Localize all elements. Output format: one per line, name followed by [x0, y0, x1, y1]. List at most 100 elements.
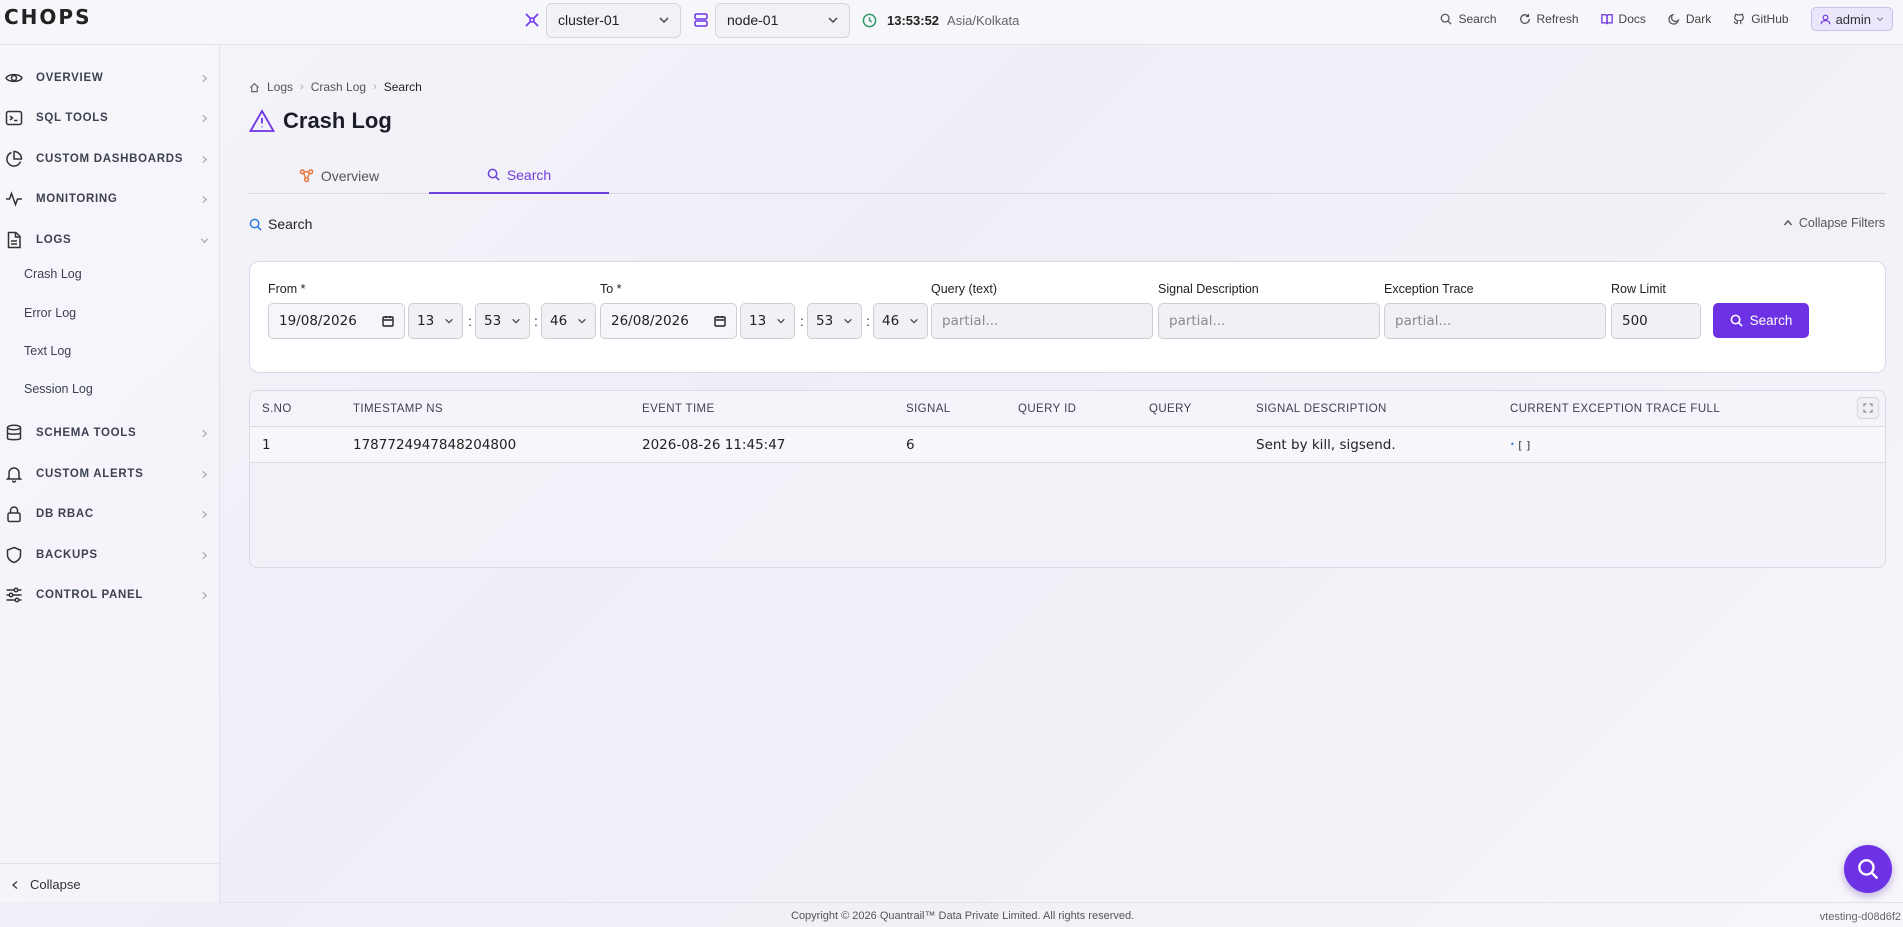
sidebar-subitem-session-log[interactable]: Session Log [24, 382, 93, 396]
clock-icon [862, 13, 877, 28]
cell-trace[interactable]: • [ ] [1510, 439, 1530, 452]
sidebar-subitem-text-log[interactable]: Text Log [24, 344, 71, 358]
to-date-input[interactable]: 26/08/2026 [600, 303, 737, 339]
fullscreen-button[interactable] [1857, 397, 1879, 419]
to-second-select[interactable]: 46 [873, 303, 928, 339]
column-header[interactable]: TIMESTAMP NS [353, 403, 443, 415]
tab-bar: Overview Search [249, 157, 1886, 194]
search-icon [487, 168, 500, 181]
chevron-down-icon [200, 237, 209, 243]
shield-icon [6, 546, 22, 564]
query-text-input[interactable]: partial... [931, 303, 1153, 339]
collapse-filters-button[interactable]: Collapse Filters [1783, 216, 1885, 230]
sidebar-item-sql-tools[interactable]: SQL TOOLS [0, 106, 219, 130]
to-minute-select[interactable]: 53 [807, 303, 862, 339]
tab-search[interactable]: Search [429, 157, 609, 194]
to-hour-select[interactable]: 13 [740, 303, 795, 339]
user-name: admin [1835, 11, 1871, 27]
from-date-input[interactable]: 19/08/2026 [268, 303, 405, 339]
exception-trace-label: Exception Trace [1384, 282, 1474, 296]
from-hour-value: 13 [417, 313, 435, 329]
app-logo[interactable]: CHOPS [4, 5, 91, 29]
sidebar-item-overview[interactable]: OVERVIEW [0, 66, 219, 90]
tab-overview[interactable]: Overview [249, 157, 429, 194]
github-link-label: GitHub [1751, 12, 1789, 26]
breadcrumb-crash-log[interactable]: Crash Log [311, 80, 366, 94]
column-header[interactable]: EVENT TIME [642, 403, 715, 415]
sidebar-divider [0, 863, 219, 864]
sidebar: OVERVIEW SQL TOOLS CUSTOM DASHBOARDS MON… [0, 45, 220, 902]
docs-link[interactable]: Docs [1600, 12, 1646, 26]
search-link[interactable]: Search [1440, 12, 1497, 26]
sidebar-item-label: SQL TOOLS [36, 112, 109, 124]
column-header[interactable]: SIGNAL DESCRIPTION [1256, 403, 1387, 415]
sidebar-subitem-crash-log[interactable]: Crash Log [24, 267, 82, 281]
search-button-label: Search [1749, 313, 1793, 328]
sidebar-item-custom-dashboards[interactable]: CUSTOM DASHBOARDS [0, 147, 219, 171]
calendar-icon [382, 316, 394, 327]
footer: Copyright © 2026 Quantrail™ Data Private… [220, 902, 1903, 927]
book-icon [1600, 14, 1613, 25]
search-icon [1441, 13, 1453, 25]
column-header[interactable]: QUERY [1149, 403, 1192, 415]
row-limit-input[interactable]: 500 [1611, 303, 1701, 339]
search-link-label: Search [1458, 12, 1497, 26]
sidebar-item-backups[interactable]: BACKUPS [0, 543, 219, 567]
chevron-down-icon [777, 318, 785, 324]
table-row[interactable]: 1 1787724947848204800 2026-08-26 11:45:4… [250, 427, 1885, 463]
lock-icon [7, 506, 21, 523]
cell-signal: 6 [906, 437, 915, 453]
search-button[interactable]: Search [1713, 303, 1809, 338]
signal-description-input[interactable]: partial... [1158, 303, 1380, 339]
chevron-right-icon [202, 470, 208, 478]
github-link[interactable]: GitHub [1733, 12, 1789, 26]
tab-label: Overview [320, 167, 380, 184]
terminal-icon [5, 110, 23, 126]
sidebar-collapse-button[interactable]: Collapse [10, 877, 81, 892]
cluster-select[interactable]: cluster-01 [546, 2, 681, 38]
floating-search-button[interactable] [1844, 845, 1892, 893]
cell-trace-value: [ ] [1518, 439, 1531, 452]
user-menu-button[interactable]: admin [1810, 7, 1893, 31]
pie-chart-icon [6, 150, 23, 167]
search-icon [1858, 859, 1879, 880]
sidebar-collapse-label: Collapse [30, 877, 81, 892]
from-hour-select[interactable]: 13 [408, 303, 463, 339]
sidebar-item-logs[interactable]: LOGS [0, 228, 219, 252]
dark-mode-toggle[interactable]: Dark [1668, 12, 1711, 26]
exception-trace-input[interactable]: partial... [1384, 303, 1606, 339]
chevron-down-icon [1876, 17, 1884, 22]
sidebar-item-label: CUSTOM ALERTS [36, 468, 144, 480]
top-bar: CHOPS cluster-01 node-01 13:53:52 Asia/K… [0, 0, 1903, 45]
row-limit-label: Row Limit [1611, 282, 1666, 296]
refresh-link[interactable]: Refresh [1519, 12, 1579, 26]
clock-time: 13:53:52 [887, 12, 940, 28]
filter-panel: From * 19/08/2026 13 : 53 : 46 To * 26/0… [249, 261, 1886, 373]
column-header[interactable]: SIGNAL [906, 403, 951, 415]
column-header[interactable]: S.NO [262, 403, 292, 415]
from-second-select[interactable]: 46 [541, 303, 596, 339]
expand-icon [1863, 403, 1873, 413]
sidebar-item-custom-alerts[interactable]: CUSTOM ALERTS [0, 462, 219, 486]
column-header[interactable]: QUERY ID [1018, 403, 1076, 415]
to-hour-value: 13 [749, 313, 767, 329]
from-minute-select[interactable]: 53 [475, 303, 530, 339]
breadcrumb-logs[interactable]: Logs [267, 80, 293, 94]
sidebar-item-control-panel[interactable]: CONTROL PANEL [0, 583, 219, 607]
column-header[interactable]: CURRENT EXCEPTION TRACE FULL [1510, 403, 1720, 415]
page-title-text: Crash Log [283, 108, 392, 133]
copyright-text: Copyright © 2026 Quantrail™ Data Private… [791, 910, 1135, 922]
sidebar-item-monitoring[interactable]: MONITORING [0, 187, 219, 211]
sidebar-subitem-error-log[interactable]: Error Log [24, 306, 76, 320]
sidebar-item-db-rbac[interactable]: DB RBAC [0, 502, 219, 526]
sidebar-item-schema-tools[interactable]: SCHEMA TOOLS [0, 421, 219, 445]
chevron-down-icon [910, 318, 918, 324]
chevron-right-icon [202, 155, 208, 163]
breadcrumb-current: Search [383, 80, 422, 94]
file-icon [7, 231, 21, 249]
chevron-right-icon [202, 551, 208, 559]
from-second-value: 46 [550, 313, 568, 329]
node-select[interactable]: node-01 [715, 2, 850, 38]
cell-sno: 1 [262, 437, 271, 453]
sidebar-item-label: LOGS [36, 234, 72, 246]
